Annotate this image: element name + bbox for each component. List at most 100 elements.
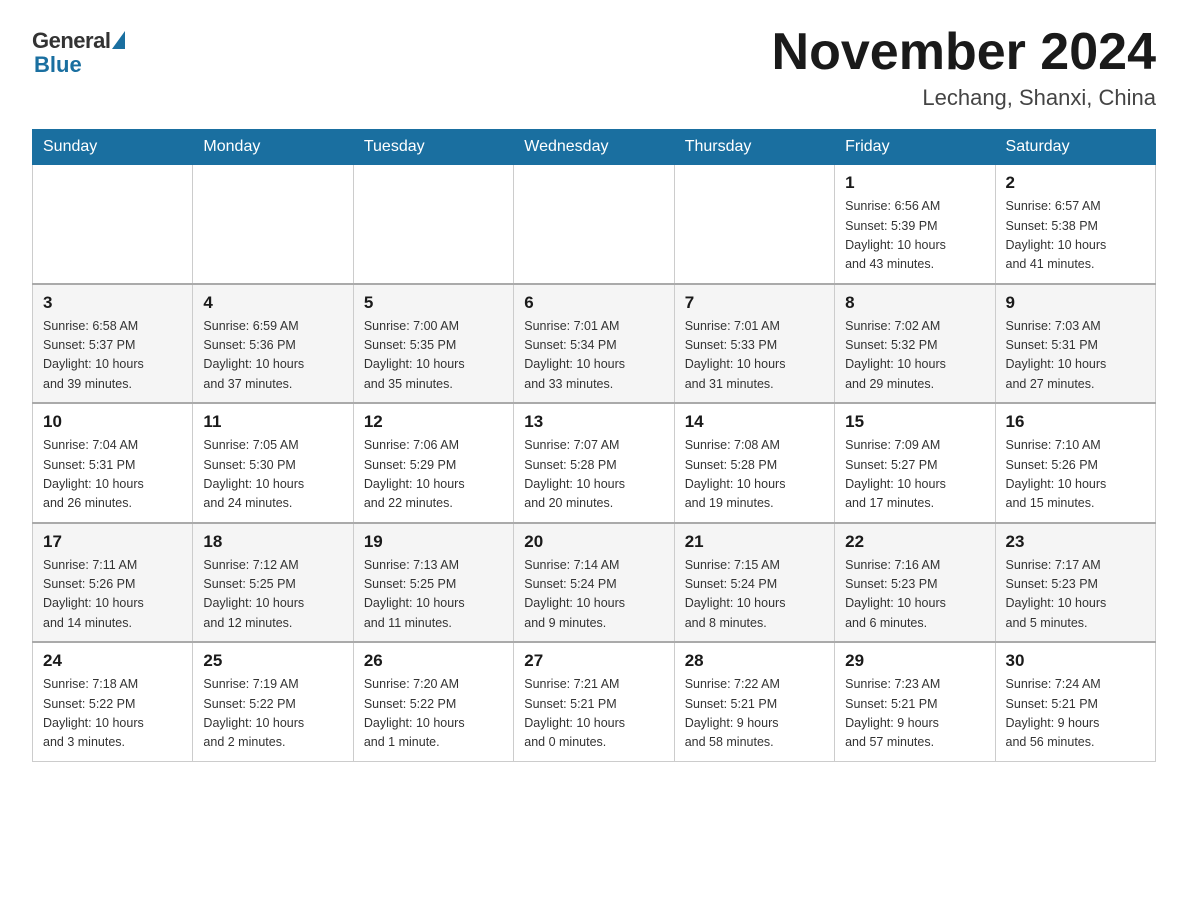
calendar-cell: 4 Sunrise: 6:59 AM Sunset: 5:36 PM Daylig… xyxy=(193,284,353,404)
day-info: Sunrise: 7:16 AM Sunset: 5:23 PM Dayligh… xyxy=(845,556,984,634)
calendar-cell: 6Sunrise: 7:01 AM Sunset: 5:34 PM Daylig… xyxy=(514,284,674,404)
calendar-cell: 25Sunrise: 7:19 AM Sunset: 5:22 PM Dayli… xyxy=(193,642,353,761)
day-number: 26 xyxy=(364,651,503,671)
day-info: Sunrise: 6:59 AM Sunset: 5:36 PM Dayligh… xyxy=(203,317,342,395)
calendar-cell: 22 Sunrise: 7:16 AM Sunset: 5:23 PM Dayli… xyxy=(835,523,995,643)
calendar-cell: 12 Sunrise: 7:06 AM Sunset: 5:29 PM Dayli… xyxy=(353,403,513,523)
calendar-cell: 15Sunrise: 7:09 AM Sunset: 5:27 PM Dayli… xyxy=(835,403,995,523)
calendar-cell: 13 Sunrise: 7:07 AM Sunset: 5:28 PM Dayli… xyxy=(514,403,674,523)
day-info: Sunrise: 7:22 AM Sunset: 5:21 PM Dayligh… xyxy=(685,675,824,753)
day-number: 9 xyxy=(1006,293,1145,313)
day-info: Sunrise: 7:15 AM Sunset: 5:24 PM Dayligh… xyxy=(685,556,824,634)
day-info: Sunrise: 7:24 AM Sunset: 5:21 PM Dayligh… xyxy=(1006,675,1145,753)
day-number: 13 xyxy=(524,412,663,432)
logo: General Blue xyxy=(32,28,125,78)
day-number: 17 xyxy=(43,532,182,552)
day-info: Sunrise: 7:23 AM Sunset: 5:21 PM Dayligh… xyxy=(845,675,984,753)
day-number: 12 xyxy=(364,412,503,432)
day-number: 5 xyxy=(364,293,503,313)
day-info: Sunrise: 7:07 AM Sunset: 5:28 PM Dayligh… xyxy=(524,436,663,514)
day-info: Sunrise: 7:20 AM Sunset: 5:22 PM Dayligh… xyxy=(364,675,503,753)
calendar-cell: 11Sunrise: 7:05 AM Sunset: 5:30 PM Dayli… xyxy=(193,403,353,523)
day-header-sunday: Sunday xyxy=(33,130,193,165)
day-number: 2 xyxy=(1006,173,1145,193)
day-number: 7 xyxy=(685,293,824,313)
week-row-5: 24Sunrise: 7:18 AM Sunset: 5:22 PM Dayli… xyxy=(33,642,1156,761)
calendar-cell: 26 Sunrise: 7:20 AM Sunset: 5:22 PM Dayli… xyxy=(353,642,513,761)
day-number: 6 xyxy=(524,293,663,313)
calendar-cell: 23Sunrise: 7:17 AM Sunset: 5:23 PM Dayli… xyxy=(995,523,1155,643)
calendar-cell: 28Sunrise: 7:22 AM Sunset: 5:21 PM Dayli… xyxy=(674,642,834,761)
calendar-cell: 20Sunrise: 7:14 AM Sunset: 5:24 PM Dayli… xyxy=(514,523,674,643)
day-number: 10 xyxy=(43,412,182,432)
day-info: Sunrise: 6:58 AM Sunset: 5:37 PM Dayligh… xyxy=(43,317,182,395)
calendar-cell xyxy=(193,165,353,284)
day-number: 20 xyxy=(524,532,663,552)
calendar-cell: 14 Sunrise: 7:08 AM Sunset: 5:28 PM Dayli… xyxy=(674,403,834,523)
day-info: Sunrise: 7:06 AM Sunset: 5:29 PM Dayligh… xyxy=(364,436,503,514)
calendar-cell: 8 Sunrise: 7:02 AM Sunset: 5:32 PM Daylig… xyxy=(835,284,995,404)
day-info: Sunrise: 7:00 AM Sunset: 5:35 PM Dayligh… xyxy=(364,317,503,395)
location-title: Lechang, Shanxi, China xyxy=(772,85,1156,111)
calendar-cell: 16Sunrise: 7:10 AM Sunset: 5:26 PM Dayli… xyxy=(995,403,1155,523)
day-info: Sunrise: 7:21 AM Sunset: 5:21 PM Dayligh… xyxy=(524,675,663,753)
day-header-saturday: Saturday xyxy=(995,130,1155,165)
day-info: Sunrise: 7:19 AM Sunset: 5:22 PM Dayligh… xyxy=(203,675,342,753)
week-row-2: 3 Sunrise: 6:58 AM Sunset: 5:37 PM Daylig… xyxy=(33,284,1156,404)
month-title: November 2024 xyxy=(772,24,1156,81)
calendar-cell: 1 Sunrise: 6:56 AM Sunset: 5:39 PM Daylig… xyxy=(835,165,995,284)
day-header-wednesday: Wednesday xyxy=(514,130,674,165)
week-row-1: 1 Sunrise: 6:56 AM Sunset: 5:39 PM Daylig… xyxy=(33,165,1156,284)
calendar-cell xyxy=(674,165,834,284)
day-info: Sunrise: 7:13 AM Sunset: 5:25 PM Dayligh… xyxy=(364,556,503,634)
header: General Blue November 2024 Lechang, Shan… xyxy=(32,24,1156,111)
calendar-cell: 18Sunrise: 7:12 AM Sunset: 5:25 PM Dayli… xyxy=(193,523,353,643)
day-number: 8 xyxy=(845,293,984,313)
calendar-table: SundayMondayTuesdayWednesdayThursdayFrid… xyxy=(32,129,1156,762)
week-row-3: 10 Sunrise: 7:04 AM Sunset: 5:31 PM Dayli… xyxy=(33,403,1156,523)
day-info: Sunrise: 7:04 AM Sunset: 5:31 PM Dayligh… xyxy=(43,436,182,514)
calendar-cell: 7Sunrise: 7:01 AM Sunset: 5:33 PM Daylig… xyxy=(674,284,834,404)
day-number: 11 xyxy=(203,412,342,432)
day-number: 14 xyxy=(685,412,824,432)
calendar-cell: 3 Sunrise: 6:58 AM Sunset: 5:37 PM Daylig… xyxy=(33,284,193,404)
calendar-cell: 9 Sunrise: 7:03 AM Sunset: 5:31 PM Daylig… xyxy=(995,284,1155,404)
day-number: 4 xyxy=(203,293,342,313)
day-info: Sunrise: 6:56 AM Sunset: 5:39 PM Dayligh… xyxy=(845,197,984,275)
day-info: Sunrise: 7:10 AM Sunset: 5:26 PM Dayligh… xyxy=(1006,436,1145,514)
day-number: 21 xyxy=(685,532,824,552)
day-info: Sunrise: 7:09 AM Sunset: 5:27 PM Dayligh… xyxy=(845,436,984,514)
calendar-cell: 10 Sunrise: 7:04 AM Sunset: 5:31 PM Dayli… xyxy=(33,403,193,523)
calendar-cell xyxy=(514,165,674,284)
title-area: November 2024 Lechang, Shanxi, China xyxy=(772,24,1156,111)
day-info: Sunrise: 7:11 AM Sunset: 5:26 PM Dayligh… xyxy=(43,556,182,634)
day-number: 3 xyxy=(43,293,182,313)
day-info: Sunrise: 7:17 AM Sunset: 5:23 PM Dayligh… xyxy=(1006,556,1145,634)
calendar-cell: 24Sunrise: 7:18 AM Sunset: 5:22 PM Dayli… xyxy=(33,642,193,761)
day-number: 22 xyxy=(845,532,984,552)
day-header-friday: Friday xyxy=(835,130,995,165)
calendar-cell xyxy=(33,165,193,284)
day-info: Sunrise: 6:57 AM Sunset: 5:38 PM Dayligh… xyxy=(1006,197,1145,275)
day-header-tuesday: Tuesday xyxy=(353,130,513,165)
calendar-cell: 21 Sunrise: 7:15 AM Sunset: 5:24 PM Dayli… xyxy=(674,523,834,643)
day-info: Sunrise: 7:03 AM Sunset: 5:31 PM Dayligh… xyxy=(1006,317,1145,395)
day-info: Sunrise: 7:02 AM Sunset: 5:32 PM Dayligh… xyxy=(845,317,984,395)
calendar-cell: 19Sunrise: 7:13 AM Sunset: 5:25 PM Dayli… xyxy=(353,523,513,643)
logo-general-text: General xyxy=(32,28,110,54)
day-number: 30 xyxy=(1006,651,1145,671)
calendar-cell xyxy=(353,165,513,284)
calendar-cell: 5 Sunrise: 7:00 AM Sunset: 5:35 PM Daylig… xyxy=(353,284,513,404)
day-number: 1 xyxy=(845,173,984,193)
day-header-thursday: Thursday xyxy=(674,130,834,165)
logo-blue-text: Blue xyxy=(34,52,82,78)
day-number: 18 xyxy=(203,532,342,552)
day-number: 24 xyxy=(43,651,182,671)
calendar-cell: 29 Sunrise: 7:23 AM Sunset: 5:21 PM Dayli… xyxy=(835,642,995,761)
day-number: 29 xyxy=(845,651,984,671)
calendar-cell: 2 Sunrise: 6:57 AM Sunset: 5:38 PM Daylig… xyxy=(995,165,1155,284)
calendar-cell: 30 Sunrise: 7:24 AM Sunset: 5:21 PM Dayli… xyxy=(995,642,1155,761)
calendar-cell: 17 Sunrise: 7:11 AM Sunset: 5:26 PM Dayli… xyxy=(33,523,193,643)
day-info: Sunrise: 7:08 AM Sunset: 5:28 PM Dayligh… xyxy=(685,436,824,514)
logo-triangle-icon xyxy=(112,31,125,49)
